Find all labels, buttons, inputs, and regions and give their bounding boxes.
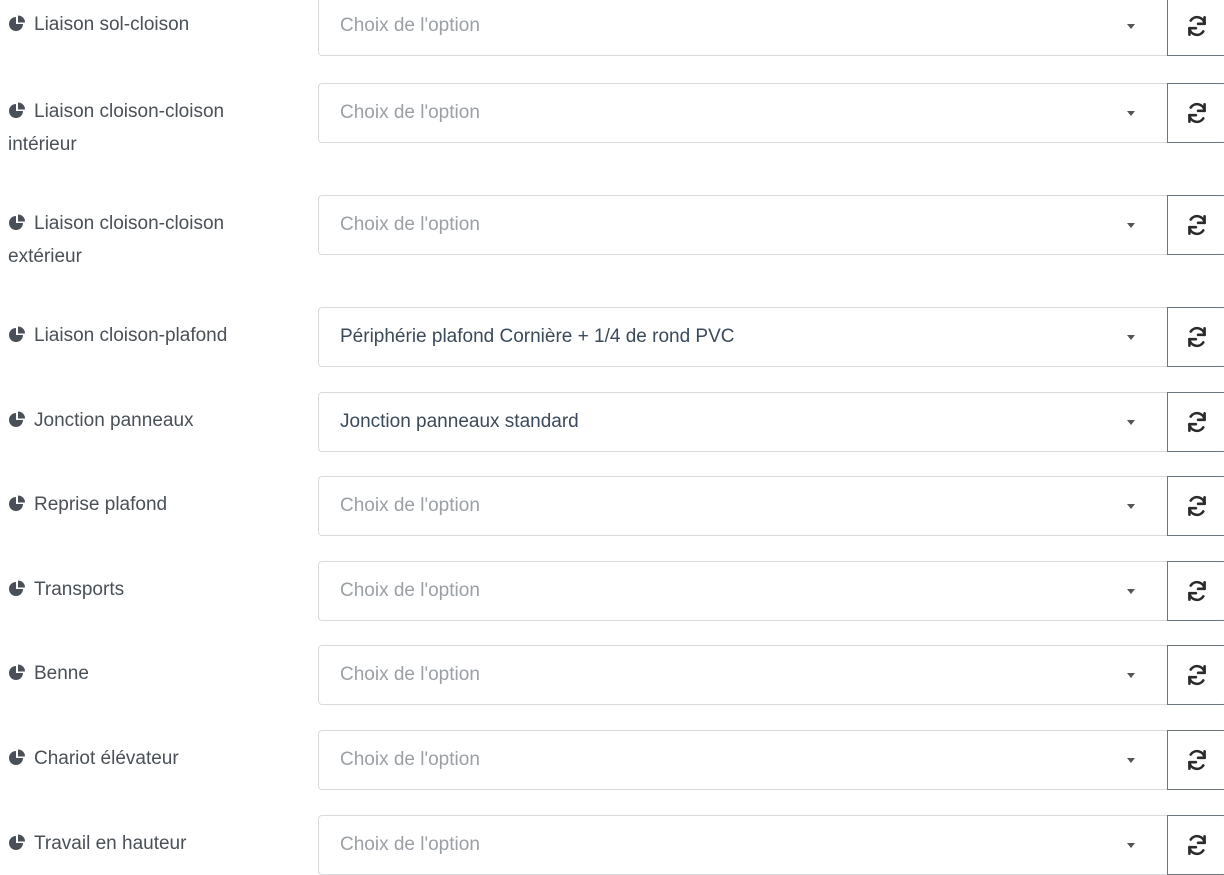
caret-down-icon (1127, 24, 1135, 29)
caret-down-icon (1127, 223, 1135, 228)
field-label-text: Jonction panneaux (34, 410, 194, 431)
caret-down-icon (1127, 111, 1135, 116)
reset-button[interactable] (1167, 815, 1224, 875)
pie-chart-icon (8, 13, 26, 43)
select-placeholder: Choix de l'option (340, 834, 480, 855)
select-placeholder: Choix de l'option (340, 214, 480, 235)
reset-button[interactable] (1167, 307, 1224, 367)
select-value: Jonction panneaux standard (340, 411, 579, 432)
pie-chart-icon (8, 747, 26, 777)
refresh-icon (1188, 834, 1206, 856)
option-select[interactable]: Choix de l'option (318, 195, 1167, 255)
field-label: Liaison cloison-cloison extérieur (8, 209, 298, 272)
option-select[interactable]: Choix de l'option (318, 730, 1167, 790)
option-select[interactable]: Choix de l'option (318, 476, 1167, 536)
reset-button[interactable] (1167, 561, 1224, 621)
reset-button[interactable] (1167, 476, 1224, 536)
field-label-text: Liaison sol-cloison (34, 14, 190, 35)
reset-button[interactable] (1167, 645, 1224, 705)
pie-chart-icon (8, 100, 26, 130)
pie-chart-icon (8, 409, 26, 439)
select-placeholder: Choix de l'option (340, 15, 480, 36)
caret-down-icon (1127, 758, 1135, 763)
refresh-icon (1188, 15, 1206, 37)
option-select[interactable]: Choix de l'option (318, 561, 1167, 621)
field-label-text: Benne (34, 663, 89, 684)
option-select[interactable]: Jonction panneaux standard (318, 392, 1167, 452)
refresh-icon (1188, 749, 1206, 771)
field-label: Jonction panneaux (8, 406, 298, 439)
reset-button[interactable] (1167, 195, 1224, 255)
field-label-text: Liaison cloison-cloison intérieur (8, 101, 225, 155)
field-label-text: Transports (34, 579, 125, 600)
select-placeholder: Choix de l'option (340, 102, 480, 123)
refresh-icon (1188, 580, 1206, 602)
option-select[interactable]: Choix de l'option (318, 83, 1167, 143)
field-label: Reprise plafond (8, 490, 298, 523)
field-label-text: Liaison cloison-cloison extérieur (8, 213, 225, 267)
caret-down-icon (1127, 335, 1135, 340)
caret-down-icon (1127, 504, 1135, 509)
refresh-icon (1188, 495, 1206, 517)
select-placeholder: Choix de l'option (340, 664, 480, 685)
refresh-icon (1188, 326, 1206, 348)
field-label: Chariot élévateur (8, 744, 298, 777)
field-label-text: Reprise plafond (34, 494, 168, 515)
field-label-text: Travail en hauteur (34, 833, 187, 854)
select-value: Périphérie plafond Cornière + 1/4 de ron… (340, 326, 735, 347)
refresh-icon (1188, 102, 1206, 124)
pie-chart-icon (8, 578, 26, 608)
option-select[interactable]: Choix de l'option (318, 0, 1167, 56)
field-label-text: Liaison cloison-plafond (34, 325, 228, 346)
field-label: Benne (8, 659, 298, 692)
reset-button[interactable] (1167, 83, 1224, 143)
refresh-icon (1188, 214, 1206, 236)
field-label: Liaison cloison-cloison intérieur (8, 97, 298, 160)
caret-down-icon (1127, 420, 1135, 425)
refresh-icon (1188, 664, 1206, 686)
pie-chart-icon (8, 493, 26, 523)
option-select[interactable]: Choix de l'option (318, 815, 1167, 875)
field-label: Liaison cloison-plafond (8, 321, 298, 354)
field-label: Transports (8, 575, 298, 608)
pie-chart-icon (8, 662, 26, 692)
pie-chart-icon (8, 324, 26, 354)
caret-down-icon (1127, 589, 1135, 594)
reset-button[interactable] (1167, 392, 1224, 452)
reset-button[interactable] (1167, 730, 1224, 790)
refresh-icon (1188, 411, 1206, 433)
field-label-text: Chariot élévateur (34, 748, 179, 769)
option-select[interactable]: Périphérie plafond Cornière + 1/4 de ron… (318, 307, 1167, 367)
select-placeholder: Choix de l'option (340, 749, 480, 770)
select-placeholder: Choix de l'option (340, 495, 480, 516)
field-label: Travail en hauteur (8, 829, 298, 862)
caret-down-icon (1127, 843, 1135, 848)
select-placeholder: Choix de l'option (340, 580, 480, 601)
caret-down-icon (1127, 673, 1135, 678)
pie-chart-icon (8, 212, 26, 242)
reset-button[interactable] (1167, 0, 1224, 56)
field-label: Liaison sol-cloison (8, 10, 298, 43)
pie-chart-icon (8, 832, 26, 862)
option-select[interactable]: Choix de l'option (318, 645, 1167, 705)
